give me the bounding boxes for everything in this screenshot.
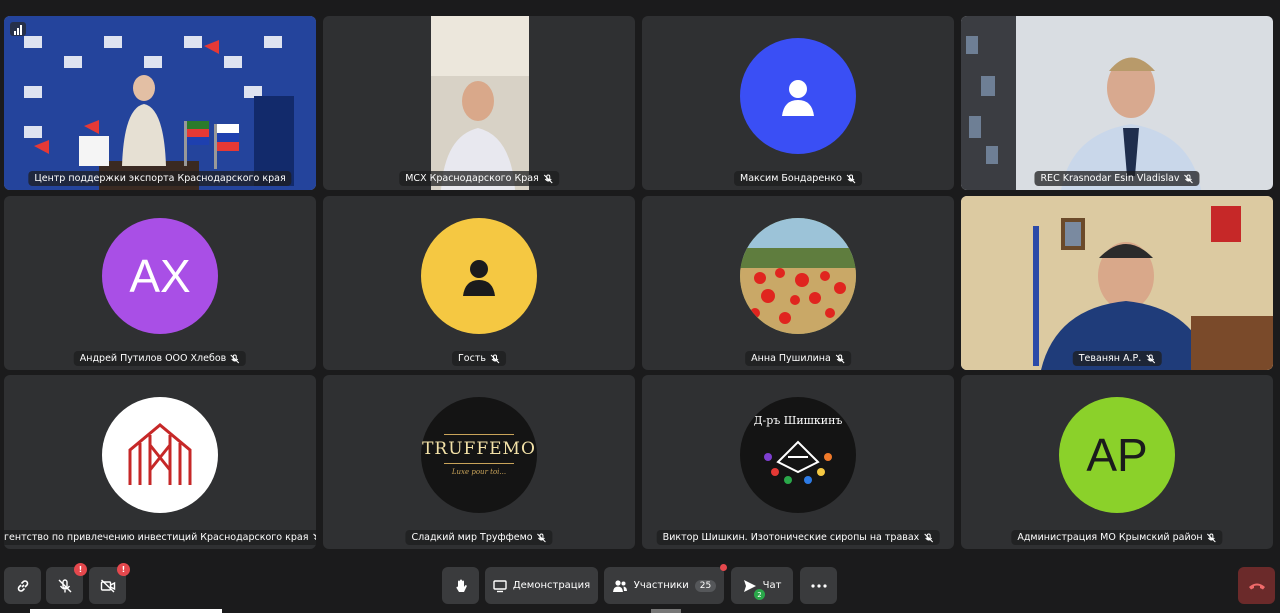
participant-tile-3[interactable]: Максим Бондаренко xyxy=(642,16,954,190)
participant-name: Андрей Путилов ООО Хлебов xyxy=(73,351,247,366)
participant-name: Виктор Шишкин. Изотонические сиропы на т… xyxy=(656,530,940,545)
more-options-button[interactable] xyxy=(800,567,837,604)
mic-off-icon xyxy=(846,174,856,183)
participant-name: Максим Бондаренко xyxy=(734,171,862,186)
video-feed xyxy=(961,16,1273,190)
participant-tile-11[interactable]: Д-ръ Шишкинъ Виктор Шишкин. Изотонически… xyxy=(642,375,954,549)
logo-divider xyxy=(444,434,514,435)
investment-agency-logo xyxy=(128,423,192,485)
participant-tile-9[interactable]: Агентство по привлечению инвестиций Крас… xyxy=(4,375,316,549)
mic-off-icon xyxy=(58,578,71,592)
people-icon xyxy=(612,579,627,592)
more-icon xyxy=(810,583,827,588)
camera-off-icon xyxy=(100,578,115,593)
avatar: АР xyxy=(1059,397,1175,513)
copy-link-button[interactable] xyxy=(4,567,41,604)
avatar-photo xyxy=(740,218,856,334)
notification-dot xyxy=(720,564,727,571)
call-toolbar: ! ! Демонстрация Участники 25 Чат 2 xyxy=(0,563,1280,607)
participant-name: Агентство по привлечению инвестиций Крас… xyxy=(4,530,316,545)
participants-count: 25 xyxy=(694,579,717,592)
video-feed xyxy=(4,16,316,190)
mic-warning-badge: ! xyxy=(74,563,87,576)
mic-off-icon xyxy=(1184,174,1193,183)
end-call-button[interactable] xyxy=(1238,567,1275,604)
participant-name: REC Krasnodar Esin Vladislav xyxy=(1034,171,1200,186)
screen-share-icon xyxy=(493,579,507,592)
participants-button[interactable]: Участники 25 xyxy=(604,564,727,604)
mic-off-icon xyxy=(1207,533,1217,542)
screen-share-label: Демонстрация xyxy=(512,580,591,591)
link-icon xyxy=(17,579,28,592)
participant-name: Анна Пушилина xyxy=(745,351,851,366)
participant-tile-4[interactable]: REC Krasnodar Esin Vladislav xyxy=(961,16,1273,190)
avatar xyxy=(421,218,537,334)
microphone-toggle-button[interactable]: ! xyxy=(46,563,87,604)
mic-off-icon xyxy=(835,354,845,363)
mic-off-icon xyxy=(537,533,546,542)
participant-name: Администрация МО Крымский район xyxy=(1011,530,1223,545)
avatar: АХ xyxy=(102,218,218,334)
avatar-logo: TRUFFEMO Luxe pour toi... xyxy=(421,397,537,513)
participants-label: Участники xyxy=(633,580,689,591)
camera-warning-badge: ! xyxy=(117,563,130,576)
participant-name: Центр поддержки экспорта Краснодарского … xyxy=(28,171,292,186)
video-feed xyxy=(961,196,1273,370)
scroll-indicator xyxy=(30,609,222,613)
participant-name: Сладкий мир Труффемо xyxy=(405,530,553,545)
participant-name: Теванян А.Р. xyxy=(1072,351,1162,366)
page-indicator xyxy=(651,609,681,613)
mic-off-icon xyxy=(313,533,316,540)
mic-off-icon xyxy=(1145,354,1155,363)
truffemo-logo-text: TRUFFEMO xyxy=(422,439,536,459)
participant-tile-6[interactable]: Гость xyxy=(323,196,635,370)
participant-tile-8[interactable]: Теванян А.Р. › xyxy=(961,196,1273,370)
mic-off-icon xyxy=(230,354,240,363)
raise-hand-button[interactable] xyxy=(442,567,479,604)
mic-off-icon xyxy=(490,354,500,363)
shishkin-logo-text: Д-ръ Шишкинъ xyxy=(753,413,843,427)
camera-toggle-button[interactable]: ! xyxy=(89,563,130,604)
participant-name: Гость xyxy=(452,351,506,366)
mic-off-icon xyxy=(543,174,553,183)
chat-label: Чат xyxy=(762,580,782,591)
participant-tile-10[interactable]: TRUFFEMO Luxe pour toi... Сладкий мир Тр… xyxy=(323,375,635,549)
participant-tile-7[interactable]: Анна Пушилина xyxy=(642,196,954,370)
participant-tile-5[interactable]: АХ Андрей Путилов ООО Хлебов xyxy=(4,196,316,370)
truffemo-logo-subtext: Luxe pour toi... xyxy=(451,468,507,476)
avatar-logo xyxy=(102,397,218,513)
user-icon xyxy=(782,80,814,116)
participant-tile-2[interactable]: МСХ Краснодарского Края xyxy=(323,16,635,190)
avatar-logo: Д-ръ Шишкинъ xyxy=(740,397,856,513)
avatar xyxy=(740,38,856,154)
chat-button[interactable]: Чат 2 xyxy=(731,567,793,604)
signal-icon xyxy=(10,22,26,36)
shishkin-logo xyxy=(764,440,832,484)
logo-divider xyxy=(444,463,514,464)
hand-icon xyxy=(455,579,467,592)
participant-tile-1[interactable]: Центр поддержки экспорта Краснодарского … xyxy=(4,16,316,190)
video-feed xyxy=(431,16,529,190)
mic-off-icon xyxy=(923,533,933,542)
chat-unread-count: 2 xyxy=(754,589,765,600)
user-icon xyxy=(463,260,495,296)
screen-share-button[interactable]: Демонстрация xyxy=(485,567,598,604)
participant-name: МСХ Краснодарского Края xyxy=(399,171,559,186)
phone-hangup-icon xyxy=(1248,583,1265,589)
participant-tile-12[interactable]: АР Администрация МО Крымский район xyxy=(961,375,1273,549)
